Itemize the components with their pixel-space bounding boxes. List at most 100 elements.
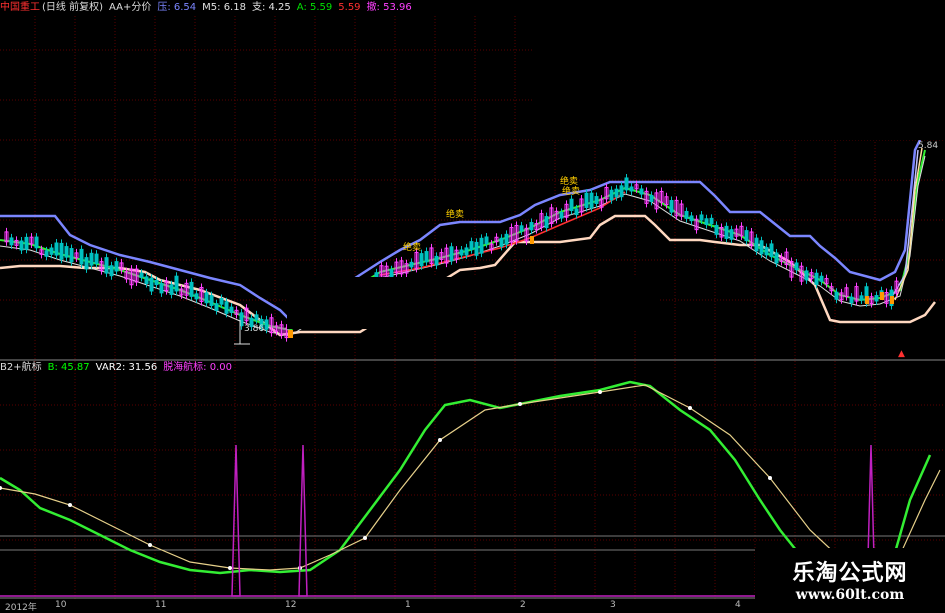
candle-body — [214, 303, 219, 311]
header-value-1: M5: 6.18 — [202, 2, 246, 13]
candle-body — [434, 255, 439, 266]
candle-body — [104, 257, 109, 274]
candle-body — [34, 236, 39, 249]
candle-body — [499, 237, 504, 247]
candle-body — [94, 253, 99, 265]
candle-body — [804, 270, 809, 281]
candle-body — [849, 296, 854, 304]
chart-period: (日线 前复权) — [42, 2, 103, 13]
var2-marker — [0, 486, 2, 490]
candle-body — [684, 210, 689, 219]
candle-body — [169, 284, 174, 295]
candle-body — [114, 261, 119, 272]
candle-body — [224, 301, 229, 314]
sub-indicator-name: B2+航标 — [0, 362, 42, 373]
watermark-title: 乐淘公式网 — [792, 559, 908, 586]
candle-body — [729, 229, 734, 240]
candle-body — [189, 281, 194, 297]
candle-body — [624, 177, 629, 191]
candle-body — [714, 224, 719, 235]
sub-chart-header: B2+航标 B: 45.87 VAR2: 31.56 脱海航标: 0.00 — [0, 361, 244, 375]
sell-signal-label-2: 绝卖 — [446, 210, 465, 220]
watermark: 乐淘公式网 www.60lt.com — [755, 548, 945, 609]
candle-body — [479, 237, 484, 254]
candle-body — [194, 293, 199, 300]
candle-body — [264, 319, 269, 330]
candle-body — [584, 192, 589, 209]
sub-value-1: VAR2: 31.56 — [95, 362, 158, 373]
candle-body — [794, 262, 799, 271]
candle-body — [449, 246, 454, 262]
candle-body — [209, 295, 214, 306]
candle-body — [84, 257, 89, 270]
candle-body — [154, 279, 159, 286]
candle-body — [109, 265, 114, 277]
var2-marker — [518, 402, 522, 406]
candle-body — [819, 275, 824, 282]
var2-marker — [148, 543, 152, 547]
var2-marker — [438, 438, 442, 442]
candle-body — [139, 272, 144, 278]
candle-highlight — [880, 292, 884, 300]
sub-value-2: 脱海航标: 0.00 — [163, 362, 233, 373]
candle-body — [529, 222, 534, 231]
sell-signal-label-4: 绝卖 — [562, 187, 581, 197]
candle-body — [544, 216, 549, 229]
redaction-block-top — [534, 0, 945, 140]
candle-body — [204, 292, 209, 304]
candle-body — [724, 225, 729, 239]
candle-body — [149, 277, 154, 292]
candle-body — [754, 237, 759, 252]
sell-signal-label-1: 绝卖 — [403, 243, 422, 253]
candle-body — [594, 196, 599, 204]
candle-body — [764, 246, 769, 256]
candle-body — [699, 214, 704, 221]
candle-body — [589, 192, 594, 209]
candle-body — [474, 241, 479, 256]
header-value-3: A: 5.59 — [296, 2, 333, 13]
sub-value-0: B: 45.87 — [47, 362, 90, 373]
candle-body — [69, 248, 74, 263]
main-indicator-values: 压: 6.54 M5: 6.18 支: 4.25 A: 5.59 5.59 撤: 53.9… — [157, 2, 417, 13]
main-indicator-name: AA+分价 — [108, 2, 152, 13]
var2-marker — [68, 503, 72, 507]
candle-highlight — [890, 296, 894, 304]
candle-body — [19, 240, 24, 251]
candle-body — [54, 242, 59, 256]
candle-body — [704, 218, 709, 225]
candle-body — [24, 236, 29, 250]
x-tick-label: 2012年 — [5, 603, 37, 613]
candle-body — [689, 215, 694, 222]
candle-body — [504, 233, 509, 245]
stock-name: 中国重工 — [0, 2, 40, 13]
candle-body — [174, 275, 179, 292]
var2-line — [0, 384, 941, 573]
candle-body — [769, 243, 774, 258]
candle-body — [609, 189, 614, 201]
candle-body — [619, 185, 624, 198]
var2-marker — [598, 390, 602, 394]
header-value-2: 支: 4.25 — [251, 2, 291, 13]
var2-marker — [688, 406, 692, 410]
candle-body — [614, 188, 619, 198]
candle-body — [574, 208, 579, 216]
navigation-spike — [231, 444, 241, 597]
candle-body — [469, 241, 474, 251]
candle-body — [774, 252, 779, 264]
candle-body — [459, 249, 464, 256]
candle-body — [639, 188, 644, 195]
candle-body — [759, 240, 764, 255]
candle-body — [49, 247, 54, 255]
candle-body — [219, 298, 224, 305]
candle-body — [484, 236, 489, 245]
candle-body — [419, 253, 424, 267]
candle-body — [409, 261, 414, 268]
candle-body — [629, 186, 634, 192]
var2-marker — [363, 536, 367, 540]
candle-highlight — [288, 330, 293, 338]
candle-body — [519, 225, 524, 232]
candle-body — [559, 212, 564, 219]
candle-body — [64, 246, 69, 258]
candle-body — [744, 230, 749, 242]
candle-body — [89, 252, 94, 266]
